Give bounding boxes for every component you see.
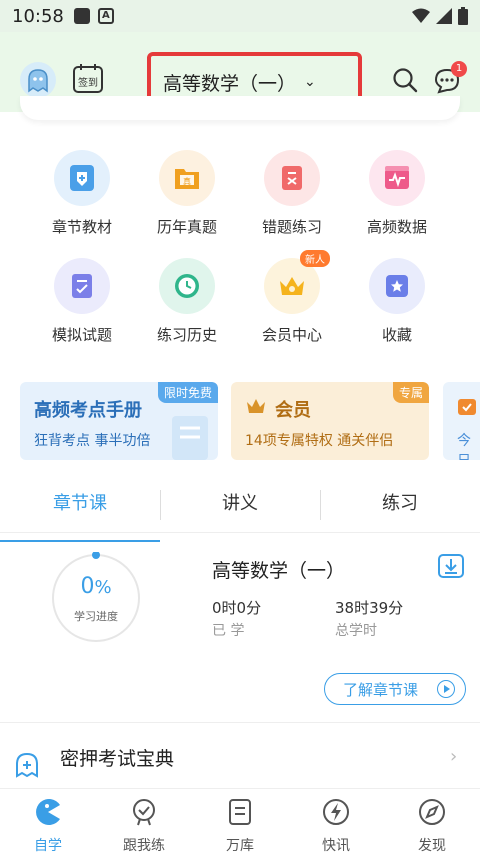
exam-vault-entry[interactable]: 密押考试宝典 › <box>0 730 480 784</box>
grid-item-high-frequency[interactable]: 高频数据 <box>347 150 447 237</box>
learn-chapter-course-button[interactable]: 了解章节课 <box>324 673 466 705</box>
grid-item-label: 模拟试题 <box>51 326 112 344</box>
progress-percent: 0% <box>80 574 112 599</box>
header-card-edge <box>20 96 460 120</box>
studied-label: 已 学 <box>212 623 245 639</box>
grid-item-label: 高频数据 <box>366 218 427 236</box>
nav-label: 跟我练 <box>123 838 165 854</box>
learn-button-label: 了解章节课 <box>343 680 419 699</box>
play-icon <box>437 680 455 698</box>
grid-item-label: 收藏 <box>381 326 412 344</box>
compass-icon <box>419 799 445 825</box>
tab-chapter-course[interactable]: 章节课 <box>0 485 160 542</box>
banner-subtitle: 狂背考点 事半功倍 <box>34 433 151 449</box>
total-label: 总学时 <box>335 623 377 639</box>
nav-label: 快讯 <box>322 838 350 854</box>
message-count-badge: 1 <box>451 61 467 77</box>
a-notification-icon: A <box>97 8 114 24</box>
chevron-right-icon: › <box>450 746 458 767</box>
lightning-icon <box>323 799 349 825</box>
status-time: 10:58 <box>12 5 64 27</box>
tab-divider <box>320 490 321 520</box>
message-button[interactable]: 1 <box>433 61 467 95</box>
bottom-navigation: 自学 跟我练 万库 快讯 发现 <box>0 788 480 854</box>
mock-test-icon <box>54 258 110 314</box>
banner-title: 会员 <box>275 400 311 421</box>
exam-vault-title: 密押考试宝典 <box>60 748 175 770</box>
calendar-icon <box>458 399 476 415</box>
grid-item-member-center[interactable]: 新人 会员中心 <box>242 250 342 345</box>
banner-daily[interactable]: 今日 <box>443 382 480 460</box>
document-icon <box>172 416 208 460</box>
notification-icon <box>73 8 90 24</box>
divider <box>0 722 480 723</box>
signal-icon <box>436 8 452 24</box>
grid-item-label: 错题练习 <box>261 218 322 236</box>
nav-label: 发现 <box>418 838 446 854</box>
high-frequency-icon <box>369 150 425 206</box>
studied-time: 0时0分 <box>212 599 262 617</box>
crown-icon <box>247 399 265 413</box>
history-clock-icon <box>159 258 215 314</box>
course-title: 高等数学（一） <box>163 72 297 95</box>
ghost-avatar-icon <box>28 69 48 93</box>
progress-ring: 0% 学习进度 <box>50 551 142 644</box>
tab-divider <box>160 490 161 520</box>
nav-news[interactable]: 快讯 <box>288 789 384 854</box>
nav-practice-with-me[interactable]: 跟我练 <box>96 789 192 854</box>
nav-discover[interactable]: 发现 <box>384 789 480 854</box>
grid-item-label: 会员中心 <box>261 326 322 344</box>
banner-subtitle: 今日 <box>457 433 471 460</box>
grid-item-past-exams[interactable]: 真 历年真题 <box>137 150 237 237</box>
status-bar: 10:58 A <box>0 0 480 32</box>
banner-membership[interactable]: 会员 14项专属特权 通关伴侣 专属 <box>231 382 429 460</box>
nav-label: 万库 <box>226 838 254 854</box>
check-badge-icon <box>133 799 155 826</box>
avatar[interactable] <box>20 62 56 98</box>
download-icon[interactable] <box>437 553 465 579</box>
pacman-icon <box>36 799 60 825</box>
checkin-button[interactable]: 签到 <box>72 62 104 94</box>
progress-label: 学习进度 <box>74 610 118 623</box>
svg-text:真: 真 <box>183 176 191 186</box>
checkin-label: 签到 <box>78 78 98 89</box>
banner-handbook[interactable]: 高频考点手册 狂背考点 事半功倍 限时免费 <box>20 382 218 460</box>
nav-label: 自学 <box>34 838 62 854</box>
grid-item-textbook[interactable]: 章节教材 <box>32 150 132 237</box>
grid-item-label: 章节教材 <box>51 218 112 236</box>
grid-item-favorites[interactable]: 收藏 <box>347 258 447 345</box>
banner-tag: 专属 <box>392 382 429 403</box>
search-icon[interactable] <box>392 67 418 93</box>
battery-icon <box>458 7 468 25</box>
past-exam-icon: 真 <box>159 150 215 206</box>
wifi-icon <box>412 8 430 23</box>
new-user-tag: 新人 <box>300 250 330 267</box>
grid-item-label: 练习历史 <box>156 326 217 344</box>
tab-practice[interactable]: 练习 <box>320 485 480 532</box>
grid-item-practice-history[interactable]: 练习历史 <box>137 258 237 345</box>
favorite-icon <box>369 258 425 314</box>
course-name: 高等数学（一） <box>212 560 346 582</box>
grid-item-mock-tests[interactable]: 模拟试题 <box>32 258 132 345</box>
banner-subtitle: 14项专属特权 通关伴侣 <box>245 433 394 449</box>
content-tabs: 章节课 讲义 练习 <box>0 485 480 542</box>
nav-self-study[interactable]: 自学 <box>0 789 96 854</box>
grid-item-label: 历年真题 <box>156 218 217 236</box>
nav-question-bank[interactable]: 万库 <box>192 789 288 854</box>
crown-icon: 新人 <box>264 250 330 314</box>
total-time: 38时39分 <box>335 599 404 617</box>
banner-title: 高频考点手册 <box>34 400 142 421</box>
textbook-icon <box>54 150 110 206</box>
banner-tag: 限时免费 <box>157 382 218 403</box>
ghost-plus-icon <box>16 752 38 778</box>
chevron-down-icon: ⌄ <box>304 74 316 90</box>
wrong-question-icon <box>264 150 320 206</box>
document-list-icon <box>229 799 251 825</box>
tab-handouts[interactable]: 讲义 <box>160 485 320 532</box>
grid-item-wrong-questions[interactable]: 错题练习 <box>242 150 342 237</box>
